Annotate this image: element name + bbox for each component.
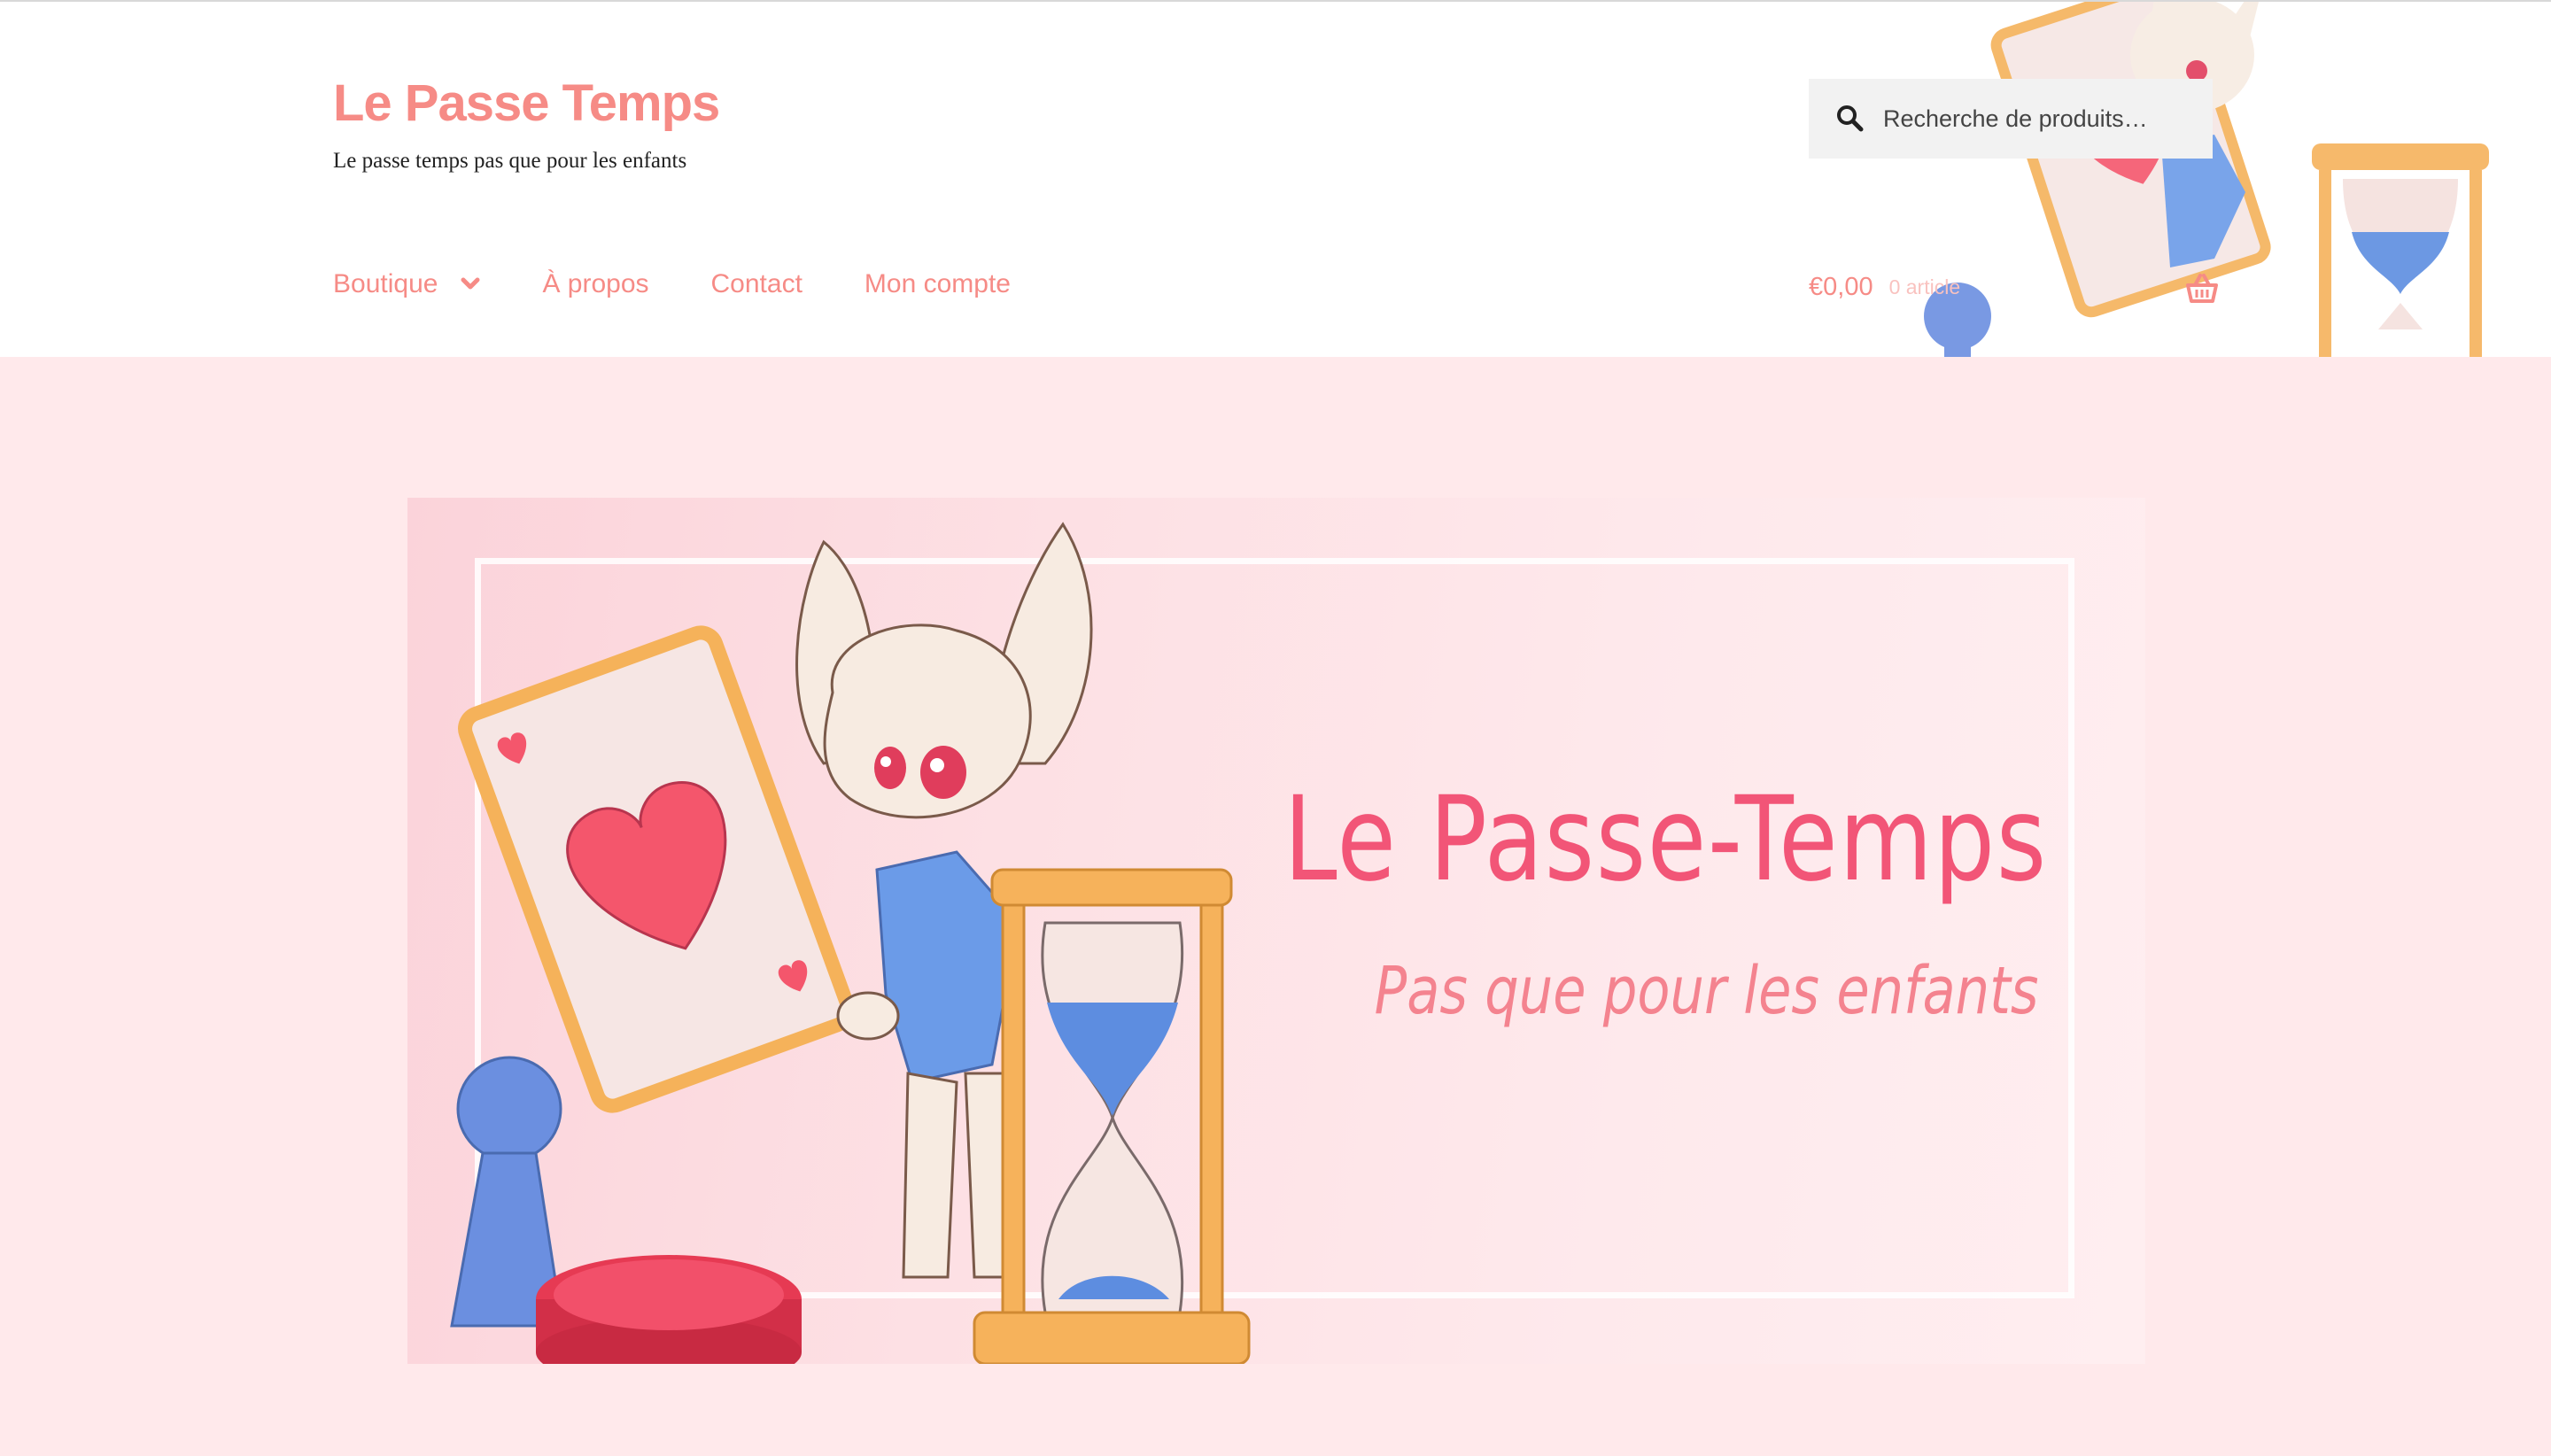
product-search[interactable] bbox=[1809, 79, 2213, 159]
search-input[interactable] bbox=[1881, 104, 2200, 134]
hero-banner: Le Passe-Temps Pas que pour les enfants bbox=[407, 498, 2145, 1364]
nav-item-mon-compte[interactable]: Mon compte bbox=[865, 269, 1011, 299]
search-icon[interactable] bbox=[1835, 104, 1865, 134]
nav-item-label: À propos bbox=[542, 269, 649, 298]
basket-icon[interactable] bbox=[2184, 273, 2220, 305]
cart-summary[interactable]: €0,00 0 article bbox=[1809, 273, 1960, 302]
hero-illustration bbox=[450, 522, 1251, 1364]
cart-count: 0 article bbox=[1888, 275, 1961, 298]
chevron-down-icon[interactable] bbox=[461, 277, 480, 291]
site-header: Le Passe Temps Le passe temps pas que po… bbox=[0, 0, 2551, 357]
hero-subtitle: Pas que pour les enfants bbox=[1375, 953, 2039, 1029]
nav-item-a-propos[interactable]: À propos bbox=[542, 269, 648, 299]
hero-title: Le Passe-Temps bbox=[1283, 771, 2048, 908]
nav-item-label: Contact bbox=[710, 269, 803, 298]
primary-navigation: Boutique À propos Contact Mon compte bbox=[333, 269, 1011, 299]
site-tagline: Le passe temps pas que pour les enfants bbox=[333, 149, 687, 173]
nav-item-label: Mon compte bbox=[864, 269, 1011, 298]
site-title[interactable]: Le Passe Temps bbox=[333, 78, 720, 129]
nav-item-boutique[interactable]: Boutique bbox=[333, 269, 480, 299]
nav-item-label: Boutique bbox=[333, 269, 438, 298]
nav-item-contact[interactable]: Contact bbox=[711, 269, 803, 299]
cart-total: €0,00 bbox=[1809, 273, 1873, 301]
